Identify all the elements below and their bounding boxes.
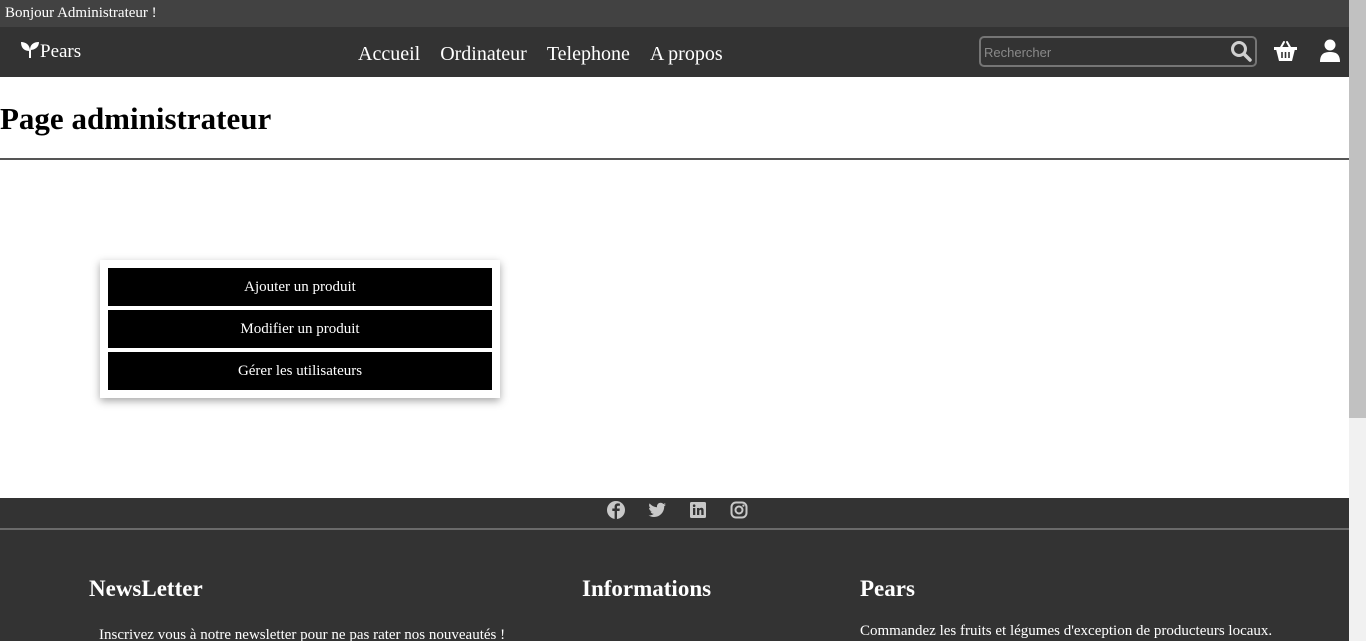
scrollbar-thumb[interactable] (1349, 0, 1366, 418)
linkedin-icon[interactable] (688, 500, 708, 520)
nav-link-ordinateur[interactable]: Ordinateur (440, 43, 527, 66)
nav-link-accueil[interactable]: Accueil (358, 43, 420, 66)
top-greeting-bar: Bonjour Administrateur ! (0, 0, 1349, 27)
brand-logo[interactable]: Pears (20, 41, 81, 63)
footer-brand-title: Pears (860, 576, 915, 601)
navbar: Pears Accueil Ordinateur Telephone A pro… (0, 27, 1349, 77)
social-icons (606, 500, 770, 520)
twitter-icon[interactable] (647, 500, 667, 520)
search-icon[interactable] (1230, 40, 1252, 62)
page-title: Page administrateur (0, 101, 272, 136)
edit-product-button[interactable]: Modifier un produit (108, 310, 492, 348)
manage-users-button[interactable]: Gérer les utilisateurs (108, 352, 492, 390)
basket-icon[interactable] (1273, 40, 1298, 63)
search-box (979, 36, 1257, 67)
facebook-icon[interactable] (606, 500, 626, 520)
leaf-icon (21, 42, 39, 58)
admin-actions-panel: Ajouter un produit Modifier un produit G… (100, 260, 500, 398)
nav-link-a-propos[interactable]: A propos (650, 43, 723, 66)
brand-name: Pears (40, 41, 82, 62)
greeting-text: Bonjour Administrateur ! (5, 5, 157, 21)
footer-brand-text: Commandez les fruits et légumes d'except… (860, 623, 1273, 639)
add-product-button[interactable]: Ajouter un produit (108, 268, 492, 306)
footer: NewsLetter Inscrivez vous à notre newsle… (0, 530, 1349, 643)
user-icon[interactable] (1320, 39, 1340, 62)
search-input[interactable] (984, 43, 1224, 61)
scrollbar[interactable] (1349, 0, 1366, 641)
title-divider (0, 158, 1349, 160)
nav-link-telephone[interactable]: Telephone (547, 43, 630, 66)
footer-social-bar (0, 498, 1349, 530)
main-nav: Accueil Ordinateur Telephone A propos (358, 43, 743, 66)
newsletter-title: NewsLetter (89, 576, 203, 601)
informations-title: Informations (582, 576, 712, 601)
instagram-icon[interactable] (729, 500, 749, 520)
newsletter-text: Inscrivez vous à notre newsletter pour n… (99, 627, 506, 643)
